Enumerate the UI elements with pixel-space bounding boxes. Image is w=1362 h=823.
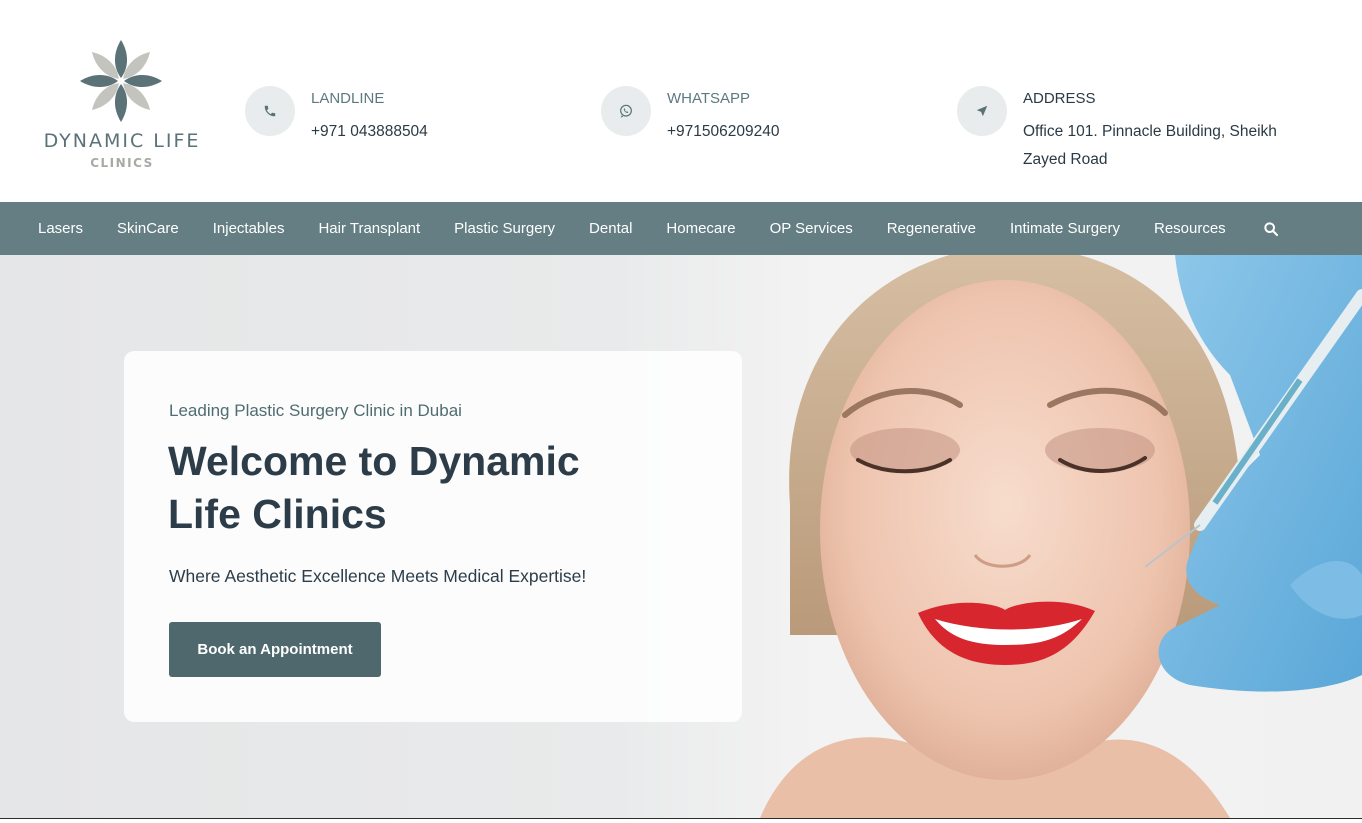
flower-logo-icon [80,40,162,122]
nav-item-injectables[interactable]: Injectables [196,202,302,255]
hero-eyebrow: Leading Plastic Surgery Clinic in Dubai [169,401,462,420]
logo-subtitle: CLINICS [90,156,154,170]
nav-item-dental[interactable]: Dental [572,202,649,255]
contact-label: LANDLINE [311,90,385,107]
whatsapp-icon [601,86,651,136]
search-icon [1264,221,1278,236]
landline-number[interactable]: +971 043888504 [311,118,428,146]
whatsapp-number[interactable]: +971506209240 [667,118,780,146]
hero-section: Leading Plastic Surgery Clinic in Dubai … [0,255,1362,818]
hero-title: Welcome to Dynamic Life Clinics [168,438,580,537]
phone-icon [245,86,295,136]
contact-whatsapp[interactable]: WHATSAPP +971506209240 [601,86,921,176]
nav-item-hair-transplant[interactable]: Hair Transplant [301,202,437,255]
hero-card: Leading Plastic Surgery Clinic in Dubai … [124,351,742,722]
nav-item-plastic-surgery[interactable]: Plastic Surgery [437,202,572,255]
nav-item-skincare[interactable]: SkinCare [100,202,196,255]
book-appointment-button[interactable]: Book an Appointment [169,622,381,677]
nav-item-lasers[interactable]: Lasers [21,202,100,255]
nav-item-regenerative[interactable]: Regenerative [870,202,993,255]
nav-item-op-services[interactable]: OP Services [753,202,870,255]
contact-address[interactable]: ADDRESS Office 101. Pinnacle Building, S… [957,86,1317,176]
contact-label: ADDRESS [1023,90,1096,107]
location-arrow-icon [957,86,1007,136]
site-logo[interactable]: DYNAMIC LIFE CLINICS [36,38,208,174]
logo-wordmark: DYNAMIC LIFE [43,130,201,152]
nav-item-homecare[interactable]: Homecare [649,202,752,255]
search-button[interactable] [1243,202,1296,255]
hero-tagline: Where Aesthetic Excellence Meets Medical… [169,566,587,586]
nav-item-intimate-surgery[interactable]: Intimate Surgery [993,202,1137,255]
address-text: Office 101. Pinnacle Building, Sheikh Za… [1023,123,1277,168]
contact-landline[interactable]: LANDLINE +971 043888504 [245,86,565,176]
main-navigation: Lasers SkinCare Injectables Hair Transpl… [0,202,1362,255]
contact-label: WHATSAPP [667,90,751,107]
page-bottom-divider [0,818,1362,823]
site-header: DYNAMIC LIFE CLINICS LANDLINE +971 04388… [0,0,1362,202]
nav-item-resources[interactable]: Resources [1137,202,1243,255]
